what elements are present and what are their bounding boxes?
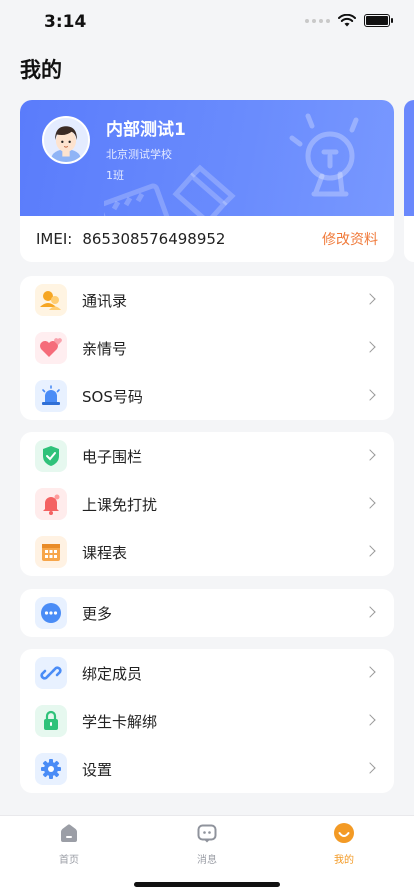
school-name: 北京测试学校 (106, 148, 172, 161)
imei-value: 865308576498952 (82, 230, 226, 248)
chevron-right-icon (364, 714, 376, 726)
profile-smile-icon (334, 823, 354, 843)
chevron-right-icon (364, 389, 376, 401)
menu-item-family-numbers[interactable]: 亲情号 (20, 324, 394, 372)
chevron-right-icon (364, 762, 376, 774)
menu-item-schedule[interactable]: 课程表 (20, 528, 394, 576)
more-dots-icon (35, 597, 67, 629)
menu-item-bind-member[interactable]: 绑定成员 (20, 649, 394, 697)
imei-label: IMEI: (36, 230, 73, 248)
chevron-right-icon (364, 341, 376, 353)
status-time: 3:14 (44, 12, 87, 32)
chevron-right-icon (364, 666, 376, 678)
pencil-ruler-decoration-icon (104, 164, 236, 216)
menu-label: SOS号码 (82, 387, 143, 406)
unbind-lock-icon (35, 705, 67, 737)
tab-label: 首页 (59, 855, 79, 866)
menu-label: 通讯录 (82, 291, 128, 310)
tab-label: 消息 (197, 855, 217, 866)
edit-profile-link[interactable]: 修改资料 (322, 229, 378, 249)
imei-info: IMEI: 865308576498952 (36, 230, 225, 248)
menu-label: 电子围栏 (82, 447, 143, 466)
settings-gear-icon (35, 753, 67, 785)
menu-label: 上课免打扰 (82, 495, 158, 514)
user-name: 内部测试1 (106, 120, 186, 140)
boy-avatar-icon (44, 118, 88, 162)
status-icons (305, 14, 393, 27)
lightbulb-decoration-icon (289, 113, 359, 197)
menu-label: 学生卡解绑 (82, 712, 158, 731)
contacts-icon (35, 284, 67, 316)
menu-label: 绑定成员 (82, 664, 143, 683)
menu-label: 课程表 (82, 543, 128, 562)
tab-home[interactable]: 首页 (29, 822, 109, 866)
wifi-icon (338, 14, 356, 27)
geofence-shield-icon (35, 440, 67, 472)
chevron-right-icon (364, 545, 376, 557)
imei-row: IMEI: 865308576498952 修改资料 (20, 216, 394, 262)
avatar[interactable] (42, 116, 90, 164)
profile-header: 内部测试1 北京测试学校 1班 (20, 100, 394, 216)
menu-item-sos[interactable]: SOS号码 (20, 372, 394, 420)
tab-label: 我的 (334, 855, 354, 866)
chevron-right-icon (364, 449, 376, 461)
family-number-icon (35, 332, 67, 364)
tab-messages[interactable]: 消息 (167, 822, 247, 866)
menu-item-settings[interactable]: 设置 (20, 745, 394, 793)
do-not-disturb-bell-icon (35, 488, 67, 520)
menu-label: 设置 (82, 760, 113, 779)
menu-item-unbind-card[interactable]: 学生卡解绑 (20, 697, 394, 745)
signal-dots-icon (305, 18, 330, 23)
battery-icon (364, 14, 393, 27)
menu-group-safety: 电子围栏 上课免打扰 课程表 (20, 432, 394, 576)
menu-label: 更多 (82, 604, 113, 623)
menu-group-account: 绑定成员 学生卡解绑 设置 (20, 649, 394, 793)
status-bar: 3:14 (0, 0, 414, 46)
menu-item-geofence[interactable]: 电子围栏 (20, 432, 394, 480)
chevron-right-icon (364, 497, 376, 509)
message-icon (197, 824, 217, 843)
menu-group-more: 更多 (20, 589, 394, 637)
bind-link-icon (35, 657, 67, 689)
home-indicator (134, 882, 280, 887)
menu-label: 亲情号 (82, 339, 128, 358)
menu-item-more[interactable]: 更多 (20, 589, 394, 637)
chevron-right-icon (364, 293, 376, 305)
schedule-calendar-icon (35, 536, 67, 568)
menu-item-contacts[interactable]: 通讯录 (20, 276, 394, 324)
page-title: 我的 (20, 58, 62, 82)
menu-group-communication: 通讯录 亲情号 SOS号码 (20, 276, 394, 420)
profile-card[interactable]: 内部测试1 北京测试学校 1班 IMEI: 865308576498952 修改资… (20, 100, 394, 262)
home-icon (61, 824, 77, 842)
tab-mine[interactable]: 我的 (304, 822, 384, 866)
menu-item-class-dnd[interactable]: 上课免打扰 (20, 480, 394, 528)
chevron-right-icon (364, 606, 376, 618)
class-name: 1班 (106, 169, 124, 182)
sos-alarm-icon (35, 380, 67, 412)
next-card-peek[interactable] (404, 100, 414, 262)
